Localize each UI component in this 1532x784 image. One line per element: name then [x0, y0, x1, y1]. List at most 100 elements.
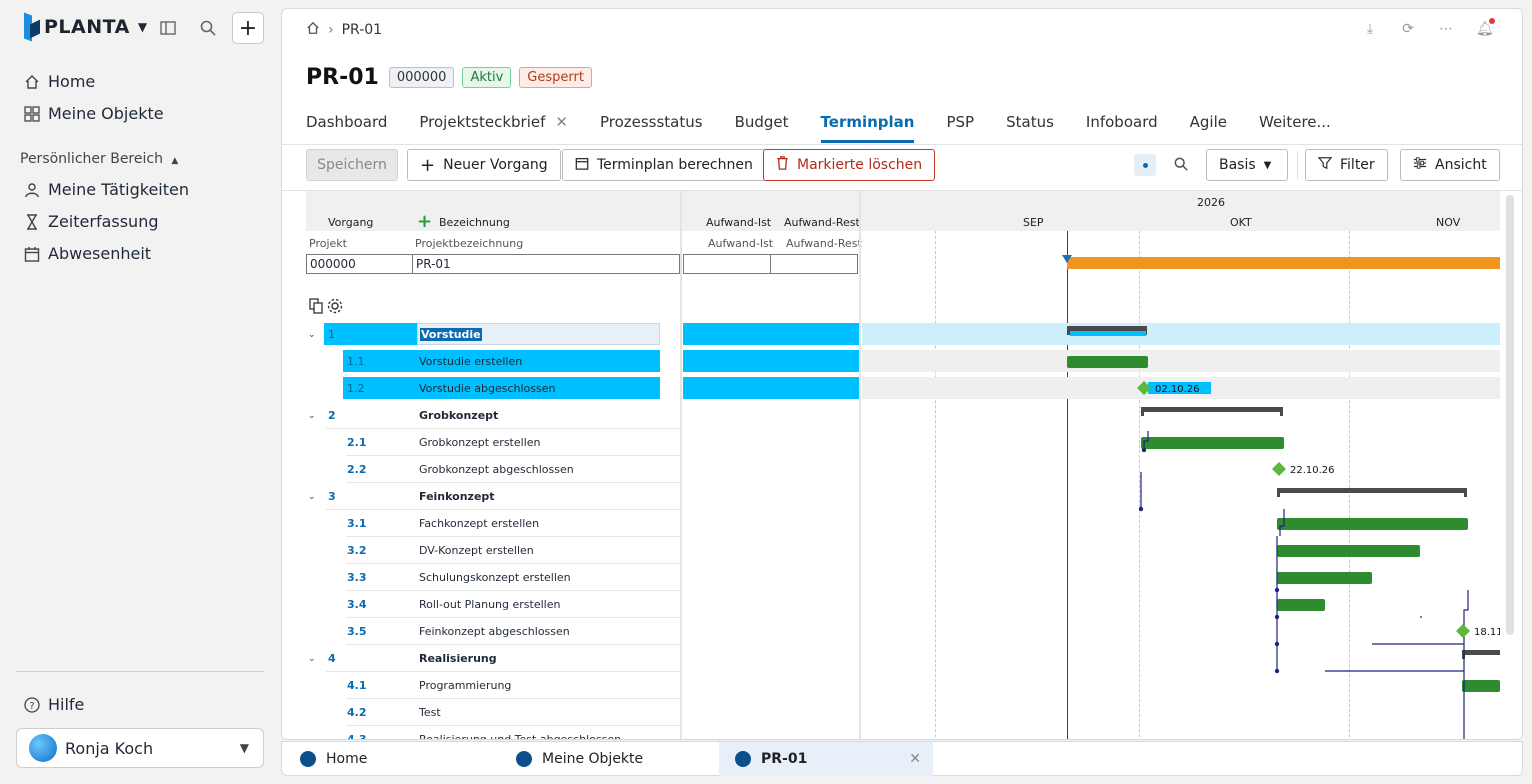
- calendar-gear-icon: [575, 156, 589, 174]
- task-bar[interactable]: [1277, 545, 1420, 557]
- calendar-icon: [24, 246, 40, 262]
- task-bar[interactable]: [1277, 518, 1468, 530]
- nav-meine-objekte[interactable]: Meine Objekte: [24, 104, 164, 123]
- tab-terminplan[interactable]: Terminplan: [820, 113, 914, 143]
- tab-dashboard[interactable]: Dashboard: [306, 113, 387, 141]
- new-task-button[interactable]: + Neuer Vorgang: [407, 149, 561, 181]
- filter-button[interactable]: Filter: [1305, 149, 1388, 181]
- nav-hilfe[interactable]: ? Hilfe: [24, 695, 84, 714]
- section-persoenlicher-bereich[interactable]: Persönlicher Bereich ▲: [20, 151, 178, 167]
- tab-psp[interactable]: PSP: [946, 113, 974, 141]
- grid-icon: [24, 105, 40, 122]
- dependency-dot: [1138, 506, 1144, 512]
- nav-abwesenheit[interactable]: Abwesenheit: [24, 244, 151, 263]
- nav-zeiterfassung[interactable]: Zeiterfassung: [24, 212, 159, 231]
- sidebar-toggle-icon[interactable]: [158, 18, 178, 38]
- nav-label: Meine Tätigkeiten: [48, 180, 189, 199]
- nav-label: Meine Objekte: [48, 104, 164, 123]
- tab-dot-icon: [516, 751, 532, 767]
- dependency-dot: [1141, 447, 1147, 453]
- milestone-diamond[interactable]: [1456, 624, 1470, 638]
- refresh-icon[interactable]: ⟳: [1400, 21, 1416, 37]
- chevron-down-icon: ▼: [239, 741, 249, 755]
- vertical-scrollbar[interactable]: [1506, 195, 1514, 635]
- lock-badge: Gesperrt: [519, 67, 592, 88]
- tab-agile[interactable]: Agile: [1190, 113, 1227, 141]
- more-icon[interactable]: ⋯: [1438, 21, 1454, 37]
- dependency-dot: [1274, 614, 1280, 620]
- summary-bar-cap: [1280, 407, 1283, 416]
- toolbar-divider: [1297, 151, 1298, 179]
- page-title: PR-01: [306, 65, 379, 90]
- bottom-tab-pr-01[interactable]: PR-01 ✕: [719, 742, 933, 776]
- breadcrumb: › PR-01: [306, 21, 382, 39]
- planta-logo-icon: [24, 12, 40, 42]
- brand-name: PLANTA: [44, 16, 130, 38]
- search-icon[interactable]: [1174, 156, 1188, 175]
- status-badge: Aktiv: [462, 67, 512, 88]
- avatar: [29, 734, 57, 762]
- dependency-dot: [1274, 587, 1280, 593]
- task-bar[interactable]: [1141, 437, 1284, 449]
- close-icon[interactable]: ✕: [555, 113, 568, 131]
- summary-bar[interactable]: [1462, 650, 1500, 655]
- calc-schedule-button[interactable]: Terminplan berechnen: [562, 149, 766, 181]
- task-bar[interactable]: [1462, 680, 1500, 692]
- chevron-up-icon: ▲: [171, 156, 179, 166]
- delete-selected-button[interactable]: Markierte löschen: [763, 149, 936, 181]
- person-icon: [24, 182, 40, 198]
- milestone-diamond[interactable]: [1272, 462, 1286, 476]
- milestone-label: 22.10.26: [1290, 465, 1335, 476]
- task-bar[interactable]: [1277, 599, 1325, 611]
- summary-bar[interactable]: [1277, 488, 1467, 493]
- tab-label: PR-01: [761, 751, 808, 767]
- tab-projektsteckbrief[interactable]: Projektsteckbrief ✕: [419, 113, 568, 141]
- view-select[interactable]: Basis ▼: [1206, 149, 1288, 181]
- progress-bar: [1070, 331, 1146, 336]
- button-label: Markierte löschen: [797, 157, 923, 173]
- tab-label: Projektsteckbrief: [419, 113, 546, 131]
- button-label: Neuer Vorgang: [443, 157, 548, 173]
- view-button[interactable]: Ansicht: [1400, 149, 1500, 181]
- nav-meine-taetigkeiten[interactable]: Meine Tätigkeiten: [24, 180, 189, 199]
- bell-icon[interactable]: 🔔︎: [1476, 18, 1495, 37]
- tab-status[interactable]: Status: [1006, 113, 1054, 141]
- tab-budget[interactable]: Budget: [735, 113, 789, 141]
- nav-label: Abwesenheit: [48, 244, 152, 263]
- help-icon: ?: [24, 696, 40, 713]
- download-icon[interactable]: ⤓: [1362, 21, 1378, 37]
- breadcrumb-current: PR-01: [341, 22, 383, 38]
- bottom-tab-bar: Home Meine Objekte PR-01 ✕: [281, 741, 1523, 776]
- nav-home[interactable]: Home: [24, 72, 95, 91]
- task-bar[interactable]: [1277, 572, 1372, 584]
- bottom-tab-meine-objekte[interactable]: Meine Objekte: [516, 742, 643, 776]
- trash-icon: [776, 156, 789, 174]
- tab-infoboard[interactable]: Infoboard: [1086, 113, 1158, 141]
- dependency-dot: [1274, 641, 1280, 647]
- add-button[interactable]: +: [232, 12, 264, 44]
- summary-bar[interactable]: [1067, 326, 1147, 331]
- section-label: Persönlicher Bereich: [20, 151, 163, 167]
- summary-bar[interactable]: [1141, 407, 1283, 412]
- home-icon[interactable]: [306, 21, 320, 39]
- user-menu[interactable]: Ronja Koch ▼: [16, 728, 264, 768]
- summary-bar-cap: [1277, 488, 1280, 497]
- close-icon[interactable]: ✕: [909, 751, 921, 767]
- search-icon[interactable]: [198, 18, 218, 38]
- chevron-right-icon: ›: [328, 22, 334, 38]
- tab-label: Meine Objekte: [542, 751, 644, 767]
- nav-label: Home: [48, 72, 96, 91]
- tab-prozessstatus[interactable]: Prozessstatus: [600, 113, 703, 141]
- sliders-icon: [1413, 156, 1427, 174]
- task-bar[interactable]: [1067, 356, 1148, 368]
- bottom-tab-home[interactable]: Home: [300, 742, 367, 776]
- save-button[interactable]: Speichern: [306, 149, 398, 181]
- summary-bar-cap: [1141, 407, 1144, 416]
- filter-icon: [1317, 156, 1333, 174]
- plus-icon: +: [420, 154, 436, 176]
- chevron-down-icon: ▼: [1263, 159, 1272, 171]
- brand-menu[interactable]: PLANTA ▼: [24, 12, 147, 42]
- indicator-toggle[interactable]: [1134, 154, 1156, 176]
- tab-weitere[interactable]: Weitere...: [1259, 113, 1331, 141]
- id-badge: 000000: [388, 67, 455, 88]
